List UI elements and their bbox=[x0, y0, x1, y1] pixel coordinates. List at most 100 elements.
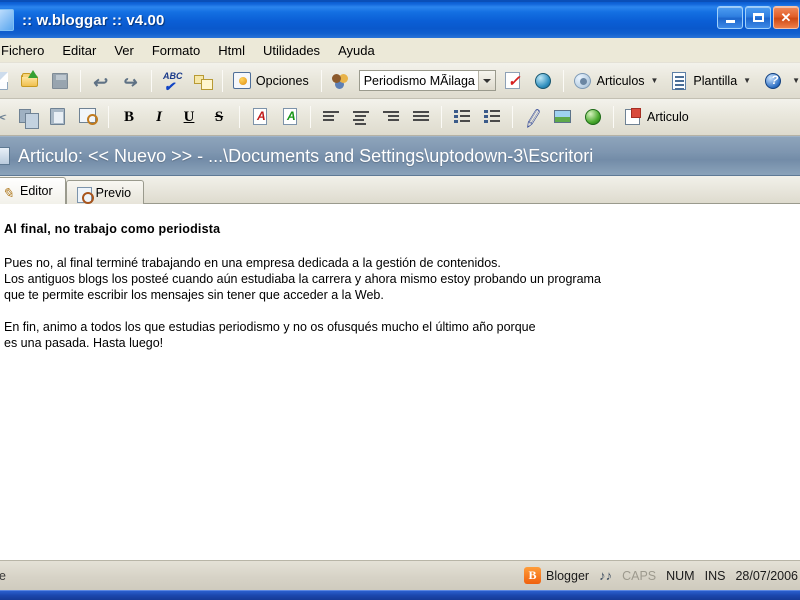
chevron-down-icon[interactable]: ▼ bbox=[743, 76, 751, 85]
undo-button[interactable]: ↩ bbox=[87, 67, 115, 95]
accounts-button[interactable] bbox=[328, 67, 356, 95]
find-replace-button[interactable] bbox=[188, 67, 216, 95]
menu-ver-label: Ver bbox=[114, 42, 134, 58]
toolbar-separator bbox=[80, 69, 81, 92]
copy-icon bbox=[18, 107, 39, 129]
music-note-icon: ♪♪ bbox=[599, 568, 613, 583]
status-date: 28/07/2006 bbox=[735, 568, 798, 583]
toolbar-separator bbox=[108, 106, 109, 128]
bold-button[interactable]: B bbox=[115, 103, 143, 131]
close-icon: ✕ bbox=[780, 10, 792, 25]
help-button[interactable] bbox=[759, 67, 787, 95]
align-justify-button[interactable] bbox=[407, 103, 435, 131]
strikethrough-label: S bbox=[214, 108, 224, 125]
strikethrough-button[interactable]: S bbox=[205, 103, 233, 131]
window-title: :: w.bloggar :: v4.00 bbox=[22, 11, 165, 29]
globe-icon bbox=[533, 71, 553, 91]
background-color-button[interactable] bbox=[276, 103, 304, 131]
toolbar-overflow-icon[interactable]: ▼ bbox=[792, 76, 800, 85]
window-controls: ✕ bbox=[717, 6, 799, 29]
toolbar-separator bbox=[613, 106, 614, 128]
editor-icon: ✎ bbox=[2, 185, 14, 201]
chevron-down-icon[interactable]: ▼ bbox=[651, 76, 659, 85]
menu-ayuda[interactable]: Ayuda bbox=[329, 40, 384, 61]
users-icon bbox=[331, 71, 352, 91]
align-left-button[interactable] bbox=[317, 103, 345, 131]
status-ins: INS bbox=[704, 568, 726, 583]
unordered-list-button[interactable] bbox=[478, 103, 506, 131]
post-paragraph: Pues no, al final terminé trabajando en … bbox=[4, 256, 601, 302]
spellcheck-button[interactable]: ABC bbox=[158, 67, 186, 95]
menu-utilidades[interactable]: Utilidades bbox=[254, 40, 329, 61]
menu-editar[interactable]: Editar bbox=[53, 40, 105, 61]
tab-previo[interactable]: Previo bbox=[65, 180, 145, 205]
menu-ver[interactable]: Ver bbox=[105, 40, 143, 61]
close-button[interactable]: ✕ bbox=[773, 6, 799, 29]
menu-bar: Fichero Editar Ver Formato Html Utilidad… bbox=[0, 38, 800, 63]
toolbar-separator bbox=[310, 106, 311, 128]
maximize-button[interactable] bbox=[745, 6, 771, 29]
background-color-icon bbox=[280, 107, 300, 127]
find-icon bbox=[78, 107, 98, 127]
title-bar: :: w.bloggar :: v4.00 ✕ bbox=[0, 0, 800, 38]
italic-button[interactable]: I bbox=[145, 103, 173, 131]
status-left-text: ne bbox=[0, 568, 6, 583]
account-selector-value: Periodismo MÃilaga bbox=[363, 73, 475, 88]
copy-button[interactable] bbox=[14, 103, 42, 131]
cut-button[interactable]: ✂ bbox=[0, 103, 12, 131]
chevron-down-icon[interactable] bbox=[477, 71, 495, 90]
find-button[interactable] bbox=[74, 103, 102, 131]
globe-green-icon bbox=[583, 107, 603, 127]
minimize-button[interactable] bbox=[717, 6, 743, 29]
new-document-icon bbox=[0, 71, 10, 91]
insert-url-button[interactable] bbox=[579, 103, 607, 131]
options-label: Opciones bbox=[255, 73, 309, 88]
paste-button[interactable] bbox=[44, 103, 72, 131]
articulos-button[interactable]: Articulos ▼ bbox=[570, 67, 665, 95]
menu-html-label: Html bbox=[218, 42, 245, 58]
menu-editar-label: Editar bbox=[62, 42, 97, 58]
underline-button[interactable]: U bbox=[175, 103, 203, 131]
cut-icon: ✂ bbox=[0, 107, 8, 127]
open-document-button[interactable] bbox=[16, 67, 44, 95]
font-color-button[interactable] bbox=[246, 103, 274, 131]
main-toolbar: ↩ ↪ ABC Opciones Periodismo MÃilaga bbox=[0, 63, 800, 99]
minimize-icon bbox=[725, 19, 735, 23]
wbloggar-window: :: w.bloggar :: v4.00 ✕ Fichero Editar V… bbox=[0, 0, 800, 600]
menu-formato-label: Formato bbox=[151, 42, 201, 58]
article-path-text: Articulo: << Nuevo >> - ...\Documents an… bbox=[18, 145, 594, 166]
tab-editor[interactable]: ✎ Editor bbox=[0, 177, 66, 204]
save-disk-icon bbox=[50, 71, 70, 91]
font-color-icon bbox=[250, 107, 270, 127]
toolbar-separator bbox=[562, 69, 564, 92]
save-document-button[interactable] bbox=[46, 67, 74, 95]
status-bar: ne B Blogger ♪♪ CAPS NUM INS 28/07/2006 bbox=[0, 560, 800, 590]
new-document-button[interactable] bbox=[0, 67, 14, 95]
image-icon bbox=[553, 107, 573, 127]
articulos-icon bbox=[573, 71, 593, 91]
redo-button[interactable]: ↪ bbox=[117, 67, 145, 95]
post-check-button[interactable] bbox=[499, 67, 527, 95]
menu-formato[interactable]: Formato bbox=[143, 40, 209, 61]
menu-fichero[interactable]: Fichero bbox=[0, 40, 53, 61]
plantilla-button[interactable]: Plantilla ▼ bbox=[666, 67, 757, 95]
insert-link-button[interactable]: 🖉 bbox=[519, 103, 547, 131]
ordered-list-button[interactable] bbox=[448, 103, 476, 131]
toolbar-separator bbox=[151, 69, 152, 92]
options-button[interactable]: Opciones bbox=[229, 67, 315, 95]
publish-web-button[interactable] bbox=[529, 67, 557, 95]
help-icon bbox=[763, 71, 783, 91]
menu-utilidades-label: Utilidades bbox=[262, 42, 321, 58]
editor-content-area[interactable]: Al final, no trabajo como periodista Pue… bbox=[0, 204, 800, 560]
menu-html[interactable]: Html bbox=[209, 40, 254, 61]
insert-image-button[interactable] bbox=[549, 103, 577, 131]
toolbar-separator bbox=[320, 69, 322, 92]
align-right-button[interactable] bbox=[377, 103, 405, 131]
account-selector[interactable]: Periodismo MÃilaga bbox=[358, 70, 496, 91]
ordered-list-icon bbox=[452, 107, 472, 127]
article-path-bar: Articulo: << Nuevo >> - ...\Documents an… bbox=[0, 136, 800, 176]
align-center-button[interactable] bbox=[347, 103, 375, 131]
toolbar-separator bbox=[222, 69, 223, 92]
articulo-button[interactable]: Articulo bbox=[620, 103, 695, 131]
open-folder-icon bbox=[20, 69, 40, 91]
